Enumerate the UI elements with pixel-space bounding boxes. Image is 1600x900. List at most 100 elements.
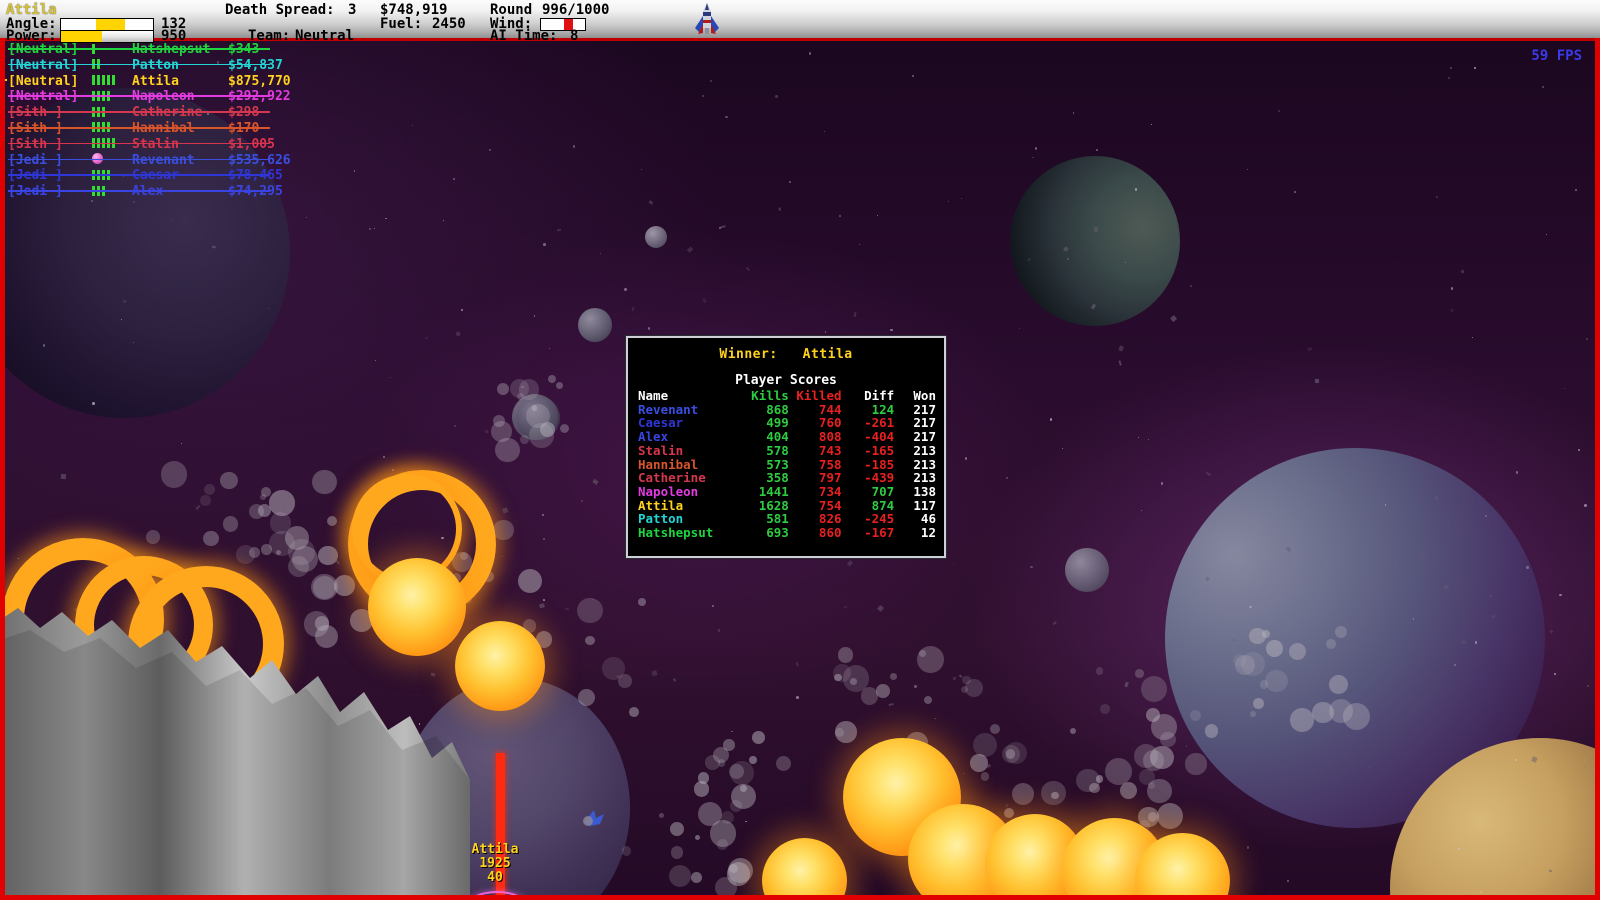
header-diff: Diff bbox=[864, 388, 895, 403]
smoke-puff bbox=[729, 760, 754, 785]
debris-fleck bbox=[1170, 315, 1178, 323]
table-row: Hannibal 573 758 -185 213 bbox=[638, 457, 936, 472]
player-list-row[interactable]: [Jedi ] Alex$74,295 bbox=[8, 183, 318, 199]
player-cash: $1,005 bbox=[228, 137, 318, 153]
hud-team-label: Team: bbox=[248, 28, 291, 44]
debris-fleck bbox=[1205, 471, 1212, 476]
table-row: Hatshepsut 693 860 -167 12 bbox=[638, 526, 936, 540]
smoke-puff bbox=[962, 675, 971, 685]
smoke-puff bbox=[668, 864, 691, 887]
player-list: [Neutral]Hatshepsut$343[Neutral]Patton$5… bbox=[0, 41, 318, 199]
debris-fleck bbox=[888, 703, 894, 707]
smoke-puff bbox=[722, 739, 735, 751]
star bbox=[1575, 189, 1578, 192]
debris-fleck bbox=[648, 200, 654, 205]
cell-name: Stalin bbox=[638, 442, 684, 458]
star bbox=[541, 513, 544, 516]
player-cash: $298 bbox=[228, 105, 318, 121]
smoke-puff bbox=[850, 678, 857, 686]
smoke-puff bbox=[519, 435, 529, 444]
smoke-puff bbox=[1329, 675, 1349, 694]
star bbox=[914, 685, 917, 688]
star bbox=[701, 94, 704, 97]
hud-fuel-label: Fuel: bbox=[380, 16, 423, 32]
smoke-puff bbox=[1266, 640, 1283, 657]
debris-fleck bbox=[1118, 345, 1125, 353]
frame-top-line bbox=[0, 38, 1600, 41]
debris-fleck bbox=[672, 678, 677, 683]
debris-fleck bbox=[1119, 360, 1122, 366]
player-name: Hannibal bbox=[132, 121, 228, 137]
smoke-puff bbox=[638, 598, 646, 607]
star bbox=[1541, 86, 1544, 89]
debris-fleck bbox=[455, 331, 461, 337]
player-list-row[interactable]: [Sith ] Stalin$1,005 bbox=[8, 136, 318, 152]
player-cash: $78,465 bbox=[228, 168, 318, 184]
smoke-puff bbox=[697, 801, 723, 827]
hud-ai-time-label: AI Time: bbox=[490, 28, 558, 44]
player-list-row[interactable]: [Neutral] Attila $875,770 bbox=[0, 73, 318, 89]
scoreboard-body: Revenant 868 744 124 217 Caesar 499 760 -261 217 A… bbox=[638, 401, 936, 540]
smoke-puff bbox=[495, 437, 520, 463]
cell-kills: 1628 bbox=[758, 497, 789, 513]
player-list-row[interactable]: [Neutral] Patton$54,837 bbox=[8, 57, 318, 73]
table-row: Stalin 578 743 -165 213 bbox=[638, 444, 936, 458]
smoke-puff bbox=[1012, 782, 1035, 805]
player-tank[interactable]: Attila 1925 40 bbox=[455, 843, 535, 900]
smoke-puff bbox=[1312, 701, 1334, 724]
smoke-puff bbox=[1001, 744, 1020, 763]
star bbox=[353, 169, 356, 172]
debris-fleck bbox=[502, 507, 509, 514]
ammo-tick bbox=[102, 75, 105, 86]
hud-round-value: 996/1000 bbox=[542, 2, 610, 18]
debris-fleck bbox=[556, 228, 562, 232]
planet-teal bbox=[1010, 156, 1180, 326]
smoke-puff bbox=[547, 374, 556, 383]
star bbox=[384, 217, 387, 220]
debris-fleck bbox=[1005, 803, 1009, 807]
debris-fleck bbox=[746, 266, 751, 271]
ammo-tick bbox=[97, 75, 100, 86]
player-dead-strikethrough bbox=[8, 158, 270, 161]
player-list-row[interactable]: [Jedi ] Revenant$535,626 bbox=[8, 152, 318, 168]
debris-fleck bbox=[1459, 269, 1465, 275]
smoke-puff bbox=[1335, 625, 1348, 638]
star bbox=[1454, 663, 1457, 666]
player-team: [Jedi ] bbox=[8, 168, 92, 184]
scoreboard-winner: Winner: Attila bbox=[628, 347, 944, 362]
debris-fleck bbox=[844, 606, 848, 609]
smoke-puff bbox=[1185, 753, 1207, 775]
smoke-puff bbox=[860, 687, 879, 705]
smoke-puff bbox=[1135, 668, 1144, 678]
star bbox=[305, 216, 307, 218]
player-list-row[interactable]: [Sith ] Catherine$298 bbox=[8, 104, 318, 120]
debris-fleck bbox=[876, 605, 885, 613]
player-dead-strikethrough bbox=[8, 111, 270, 113]
cell-diff: 874 bbox=[871, 497, 895, 513]
hud-power-meter[interactable] bbox=[60, 29, 154, 45]
star bbox=[788, 180, 792, 184]
smoke-puff bbox=[559, 423, 570, 434]
cell-name: Revenant bbox=[638, 401, 699, 417]
star bbox=[1246, 169, 1248, 171]
star bbox=[390, 377, 392, 379]
player-list-row[interactable]: [Neutral] Napoleon$292,922 bbox=[8, 88, 318, 104]
cell-name: Hatshepsut bbox=[638, 525, 714, 541]
cell-kills: 499 bbox=[766, 415, 789, 431]
star bbox=[374, 228, 375, 230]
enemy-ship-icon bbox=[583, 810, 604, 826]
star bbox=[1515, 470, 1519, 474]
player-name: Stalin bbox=[132, 137, 228, 153]
player-list-row[interactable]: [Sith ] Hannibal$170 bbox=[8, 120, 318, 136]
star bbox=[1034, 147, 1038, 150]
cell-diff: -165 bbox=[864, 442, 895, 458]
player-name: Napoleon bbox=[132, 89, 228, 105]
player-list-row[interactable]: [Jedi ] Caesar$78,465 bbox=[8, 167, 318, 183]
debris-fleck bbox=[425, 336, 428, 340]
star bbox=[624, 288, 627, 291]
debris-fleck bbox=[686, 246, 694, 253]
star bbox=[542, 537, 546, 541]
cell-killed: 860 bbox=[818, 525, 842, 541]
star bbox=[858, 243, 861, 246]
cell-diff: -261 bbox=[864, 415, 895, 431]
